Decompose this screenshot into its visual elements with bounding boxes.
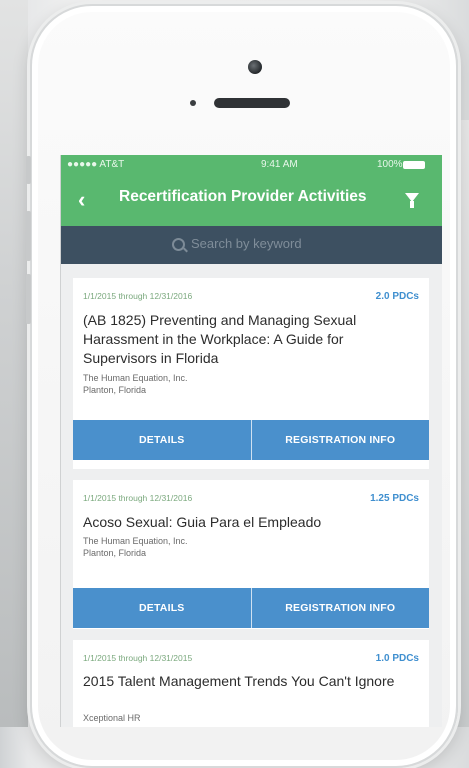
- activity-dates: 1/1/2015 through 12/31/2016: [83, 291, 193, 301]
- search-icon: [172, 238, 185, 251]
- activity-card[interactable]: 1/1/2015 through 12/31/2015 1.0 PDCs 201…: [73, 640, 429, 727]
- battery-icon: [403, 161, 425, 169]
- volume-down-button: [26, 274, 31, 324]
- activity-title: (AB 1825) Preventing and Managing Sexual…: [83, 312, 357, 366]
- activity-provider: The Human Equation, Inc.: [83, 536, 188, 546]
- activity-card[interactable]: 1/1/2015 through 12/31/2016 2.0 PDCs (AB…: [73, 278, 429, 469]
- activity-dates: 1/1/2015 through 12/31/2015: [83, 653, 193, 663]
- page-title: Recertification Provider Activities: [119, 188, 367, 205]
- activity-location: Planton, Florida: [83, 548, 147, 558]
- registration-info-button[interactable]: REGISTRATION INFO: [250, 420, 430, 460]
- details-button[interactable]: DETAILS: [73, 420, 251, 460]
- back-chevron-icon[interactable]: ‹: [78, 187, 85, 213]
- background-left: [0, 0, 28, 727]
- activity-actions: DETAILS REGISTRATION INFO: [73, 420, 429, 460]
- mute-switch: [26, 156, 31, 184]
- filter-icon[interactable]: [405, 193, 419, 208]
- app-header: ●●●●● AT&T 9:41 AM 100% ‹ Recertificatio…: [61, 155, 442, 226]
- sensor-icon: [190, 100, 196, 106]
- activity-provider: The Human Equation, Inc.: [83, 373, 188, 383]
- volume-up-button: [26, 211, 31, 261]
- activity-location: Planton, Florida: [83, 385, 147, 395]
- status-bar: ●●●●● AT&T 9:41 AM 100%: [61, 155, 442, 175]
- details-button[interactable]: DETAILS: [73, 588, 251, 628]
- activity-title: Acoso Sexual: Guia Para el Empleado: [83, 514, 322, 530]
- battery-percent: 100%: [377, 159, 403, 170]
- activity-provider: Xceptional HR: [83, 713, 141, 723]
- camera-icon: [248, 60, 262, 74]
- activity-pdcs: 1.0 PDCs: [375, 653, 419, 664]
- app-screen: ●●●●● AT&T 9:41 AM 100% ‹ Recertificatio…: [60, 155, 442, 727]
- speaker-icon: [214, 98, 290, 108]
- activity-card[interactable]: 1/1/2015 through 12/31/2016 1.25 PDCs Ac…: [73, 480, 429, 629]
- activity-pdcs: 1.25 PDCs: [370, 493, 419, 504]
- search-bar: [61, 226, 442, 264]
- activity-pdcs: 2.0 PDCs: [375, 291, 419, 302]
- search-input[interactable]: [189, 235, 393, 252]
- activity-title: 2015 Talent Management Trends You Can't …: [83, 673, 395, 689]
- activity-dates: 1/1/2015 through 12/31/2016: [83, 493, 193, 503]
- registration-info-button[interactable]: REGISTRATION INFO: [250, 588, 430, 628]
- activity-actions: DETAILS REGISTRATION INFO: [73, 588, 429, 628]
- clock: 9:41 AM: [261, 159, 298, 170]
- carrier-label: ●●●●● AT&T: [67, 159, 125, 170]
